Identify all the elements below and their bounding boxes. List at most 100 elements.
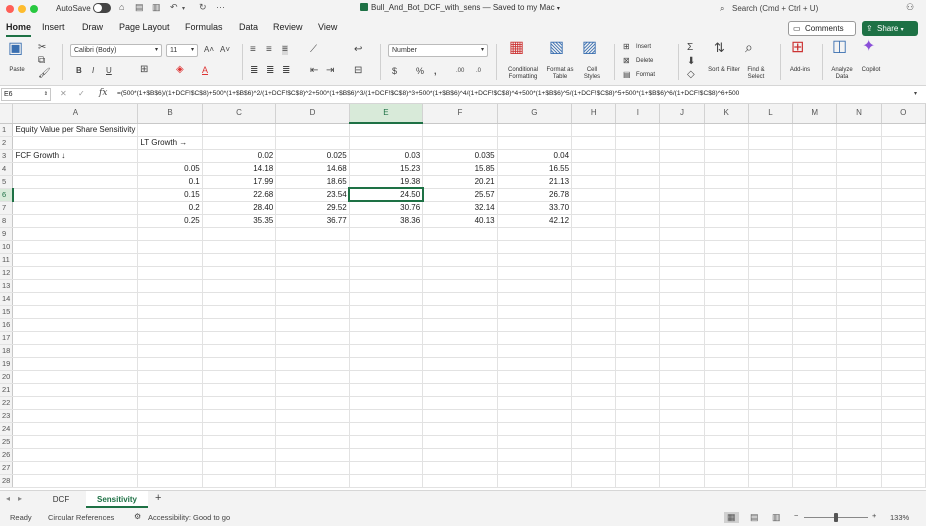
cell-m24[interactable] <box>792 422 838 436</box>
cell-m5[interactable] <box>792 175 838 189</box>
accessibility-status[interactable]: Accessibility: Good to go <box>148 513 230 522</box>
cell-b27[interactable] <box>137 461 203 475</box>
cell-e24[interactable] <box>349 422 424 436</box>
cell-j2[interactable] <box>659 136 705 150</box>
cell-j22[interactable] <box>659 396 705 410</box>
cell-j20[interactable] <box>659 370 705 384</box>
cell-d7[interactable]: 29.52 <box>275 201 350 215</box>
cell-b25[interactable] <box>137 435 203 449</box>
minimize-window-button[interactable] <box>18 5 26 13</box>
cell-f24[interactable] <box>422 422 498 436</box>
number-format-select[interactable]: Number ▾ <box>388 44 488 57</box>
cell-o19[interactable] <box>881 357 926 371</box>
cell-i9[interactable] <box>615 227 661 241</box>
cell-m13[interactable] <box>792 279 838 293</box>
cell-e7[interactable]: 30.76 <box>349 201 424 215</box>
cell-o27[interactable] <box>881 461 926 475</box>
cell-k22[interactable] <box>704 396 749 410</box>
cell-d21[interactable] <box>275 383 350 397</box>
cell-m23[interactable] <box>792 409 838 423</box>
cell-a15[interactable] <box>12 305 139 319</box>
cell-g27[interactable] <box>497 461 573 475</box>
paste-icon[interactable]: ▣ <box>8 41 23 57</box>
cell-b22[interactable] <box>137 396 203 410</box>
cell-h18[interactable] <box>571 344 617 358</box>
cell-l22[interactable] <box>748 396 794 410</box>
cell-o3[interactable] <box>881 149 926 163</box>
font-size-select[interactable]: 11 ▾ <box>166 44 198 57</box>
tab-view[interactable]: View <box>318 22 337 32</box>
cell-g4[interactable]: 16.55 <box>497 162 573 176</box>
cell-d20[interactable] <box>275 370 350 384</box>
cell-h14[interactable] <box>571 292 617 306</box>
align-center-icon[interactable]: ≣ <box>266 66 274 76</box>
cell-o12[interactable] <box>881 266 926 280</box>
cell-n16[interactable] <box>836 318 882 332</box>
cell-i23[interactable] <box>615 409 661 423</box>
cell-l2[interactable] <box>748 136 794 150</box>
cell-h17[interactable] <box>571 331 617 345</box>
cell-b15[interactable] <box>137 305 203 319</box>
cell-i26[interactable] <box>615 448 661 462</box>
cell-c22[interactable] <box>202 396 277 410</box>
cell-g11[interactable] <box>497 253 573 267</box>
cell-h7[interactable] <box>571 201 617 215</box>
cell-g12[interactable] <box>497 266 573 280</box>
cell-l18[interactable] <box>748 344 794 358</box>
row-header[interactable]: 28 <box>0 474 14 488</box>
cell-h1[interactable] <box>571 123 617 137</box>
cell-a12[interactable] <box>12 266 139 280</box>
cell-e17[interactable] <box>349 331 424 345</box>
cell-m26[interactable] <box>792 448 838 462</box>
sheet-tab-dcf[interactable]: DCF <box>38 491 84 508</box>
cell-d25[interactable] <box>275 435 350 449</box>
cell-g28[interactable] <box>497 474 573 488</box>
decrease-indent-icon[interactable]: ⇤ <box>310 66 318 76</box>
column-header-g[interactable]: G <box>497 104 573 124</box>
cell-o6[interactable] <box>881 188 926 202</box>
cell-b21[interactable] <box>137 383 203 397</box>
cell-l12[interactable] <box>748 266 794 280</box>
comma-style-icon[interactable]: , <box>434 66 437 76</box>
tab-draw[interactable]: Draw <box>82 22 103 32</box>
cell-a6[interactable] <box>12 188 139 202</box>
cell-o4[interactable] <box>881 162 926 176</box>
row-header[interactable]: 23 <box>0 409 14 423</box>
cell-m28[interactable] <box>792 474 838 488</box>
cell-b19[interactable] <box>137 357 203 371</box>
cell-k8[interactable] <box>704 214 749 228</box>
cell-d5[interactable]: 18.65 <box>275 175 350 189</box>
cell-o8[interactable] <box>881 214 926 228</box>
row-header[interactable]: 19 <box>0 357 14 371</box>
cell-g18[interactable] <box>497 344 573 358</box>
cell-n8[interactable] <box>836 214 882 228</box>
cell-f2[interactable] <box>422 136 498 150</box>
cell-a25[interactable] <box>12 435 139 449</box>
cell-h16[interactable] <box>571 318 617 332</box>
add-sheet-icon[interactable]: + <box>155 492 161 504</box>
cell-i13[interactable] <box>615 279 661 293</box>
cell-g24[interactable] <box>497 422 573 436</box>
cell-i22[interactable] <box>615 396 661 410</box>
cell-n27[interactable] <box>836 461 882 475</box>
cell-o16[interactable] <box>881 318 926 332</box>
cell-h9[interactable] <box>571 227 617 241</box>
decrease-decimal-icon[interactable]: .0 <box>476 66 481 76</box>
cell-o5[interactable] <box>881 175 926 189</box>
cell-o23[interactable] <box>881 409 926 423</box>
cell-d28[interactable] <box>275 474 350 488</box>
align-top-icon[interactable]: ≡ <box>250 45 256 55</box>
cell-f9[interactable] <box>422 227 498 241</box>
column-header-n[interactable]: N <box>836 104 882 124</box>
cell-i1[interactable] <box>615 123 661 137</box>
cell-f4[interactable]: 15.85 <box>422 162 498 176</box>
cell-k28[interactable] <box>704 474 749 488</box>
cell-g20[interactable] <box>497 370 573 384</box>
formula-input[interactable]: =(500*(1+$B$6)/(1+DCF!$C$8)+500*(1+$B$6)… <box>117 90 912 97</box>
cell-a20[interactable] <box>12 370 139 384</box>
cell-a22[interactable] <box>12 396 139 410</box>
increase-indent-icon[interactable]: ⇥ <box>326 66 334 76</box>
cell-o26[interactable] <box>881 448 926 462</box>
cell-n17[interactable] <box>836 331 882 345</box>
cell-d26[interactable] <box>275 448 350 462</box>
